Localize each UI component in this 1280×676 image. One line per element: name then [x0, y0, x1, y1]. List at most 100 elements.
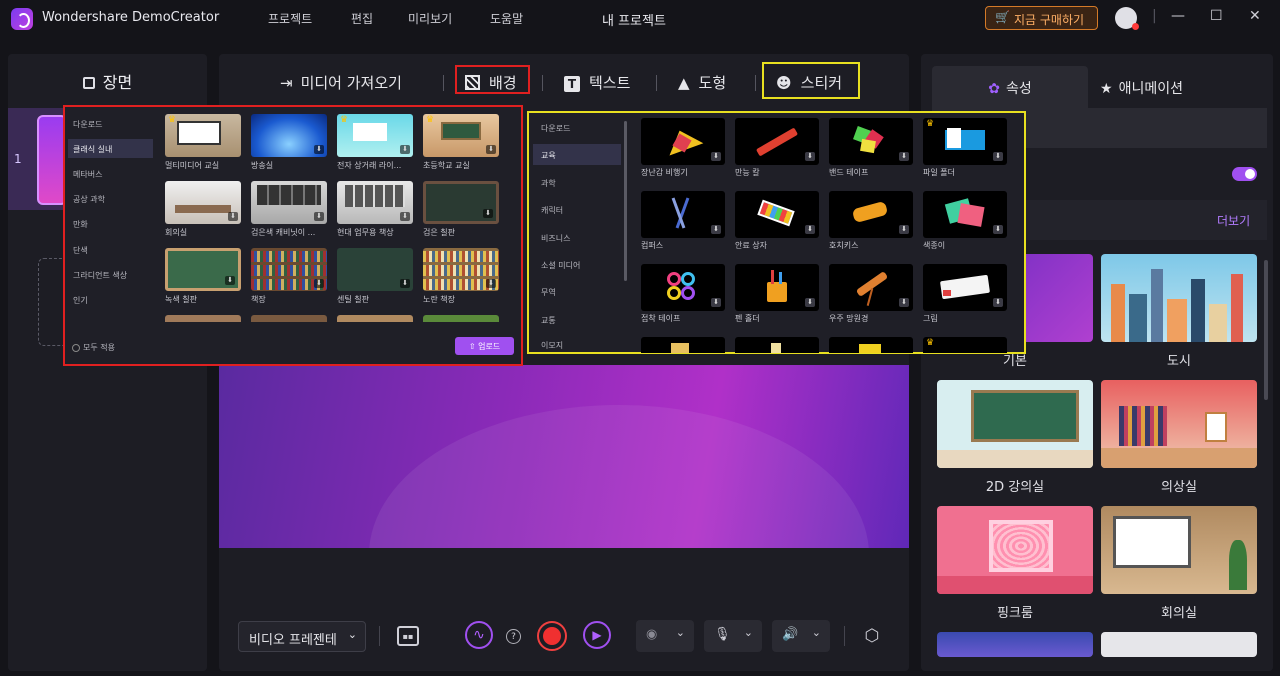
tab-animation[interactable]: ★ 애니메이션	[1100, 78, 1183, 98]
menu-project[interactable]: 프로젝트	[268, 10, 312, 27]
tab-divider	[443, 75, 444, 91]
animation-icon: ★	[1100, 81, 1113, 97]
tab-shape-label: 도형	[698, 74, 727, 92]
sticker-item[interactable]: ⬇ 펜 홀더	[735, 264, 821, 329]
sticker-category[interactable]: 과학	[533, 172, 621, 193]
properties-scrollbar[interactable]	[1264, 260, 1268, 400]
bg-thumb-dressing-room[interactable]	[1101, 380, 1257, 468]
bg-item-partial[interactable]	[251, 315, 327, 322]
bg-category[interactable]: 메타버스	[68, 164, 153, 183]
sticker-label: 파일 폴더	[923, 168, 955, 177]
bg-thumb-pink-room[interactable]	[937, 506, 1093, 594]
sticker-category[interactable]: 다운로드	[533, 117, 621, 138]
tab-media-import[interactable]: ⇥ 미디어 가져오기	[280, 72, 402, 93]
sticker-item[interactable]: ⬇ 장난감 비행기	[641, 118, 727, 183]
camera-select[interactable]: ◉ ⌄	[636, 620, 694, 652]
sticker-item[interactable]: ⬇ 밴드 테이프	[829, 118, 915, 183]
bg-item-partial[interactable]	[337, 315, 413, 322]
play-icon[interactable]: ▶	[583, 621, 611, 649]
tab-shape[interactable]: ▲ 도형	[678, 72, 726, 93]
bg-item[interactable]: ⬇ 검은 칠판	[423, 181, 501, 237]
sticker-category[interactable]: 교통	[533, 309, 621, 330]
sticker-item-partial[interactable]	[641, 337, 725, 353]
sticker-category-scrollbar[interactable]	[624, 121, 627, 281]
teleprompter-icon[interactable]: ▪▪	[397, 626, 419, 646]
sticker-category[interactable]: 비즈니스	[533, 227, 621, 248]
upload-button[interactable]: ⇧ 업로드	[455, 337, 514, 355]
sticker-item[interactable]: ⬇ 우주 망원경	[829, 264, 915, 329]
sticker-item[interactable]: ⬇ 컴퍼스	[641, 191, 727, 256]
avatar[interactable]	[1115, 7, 1139, 30]
menu-edit[interactable]: 편집	[351, 10, 373, 27]
bg-item[interactable]: ⬇ 노란 책장	[423, 248, 501, 304]
help-icon[interactable]: ?	[506, 629, 521, 644]
sticker-item[interactable]: ⬇ 색종이	[923, 191, 1009, 256]
bg-thumb-meeting-room[interactable]	[1101, 506, 1257, 594]
tab-properties[interactable]: ✿ 속성	[932, 66, 1088, 108]
bg-category-selected[interactable]: 클래식 실내	[68, 139, 153, 158]
recording-mode-select[interactable]: 비디오 프레젠테 ⌄	[238, 621, 366, 652]
sticker-item[interactable]: ⬇ 안료 상자	[735, 191, 821, 256]
bg-item[interactable]: ⬇ 현대 업무용 책상	[337, 181, 415, 237]
sticker-item[interactable]: ⬇ 접착 테이프	[641, 264, 727, 329]
bg-category[interactable]: 인기	[68, 290, 153, 309]
bg-thumb-2d-classroom[interactable]	[937, 380, 1093, 468]
bg-thumb-partial[interactable]	[1101, 632, 1257, 657]
sticker-item[interactable]: ⬇ 그림	[923, 264, 1009, 329]
download-icon: ⬇	[993, 152, 1003, 161]
sticker-item[interactable]: ⬇ 호치키스	[829, 191, 915, 256]
bg-item[interactable]: ♛ ⬇ 전자 상거래 라이...	[337, 114, 415, 170]
sticker-item-partial[interactable]: ♛	[923, 337, 1007, 353]
bg-category[interactable]: 단색	[68, 240, 153, 259]
bg-item[interactable]: ♛ 멀티미디어 교실	[165, 114, 243, 170]
sticker-category[interactable]: 이모지	[533, 334, 621, 352]
tab-text[interactable]: T 텍스트	[564, 72, 630, 93]
sticker-category[interactable]: 캐릭터	[533, 199, 621, 220]
apply-all-checkbox[interactable]: 모두 적용	[72, 342, 115, 353]
sticker-item-partial[interactable]	[735, 337, 819, 353]
bg-item[interactable]: ♛ ⬇ 초등학교 교실	[423, 114, 501, 170]
bg-item[interactable]: ⬇ 센틸 칠판	[337, 248, 415, 304]
audio-wave-icon[interactable]: ∿	[465, 621, 493, 649]
download-icon: ⬇	[486, 279, 496, 288]
bg-category[interactable]: 그라디언트 색상	[68, 265, 153, 284]
tab-divider	[656, 75, 657, 91]
menu-preview[interactable]: 미리보기	[408, 10, 452, 27]
menu-help[interactable]: 도움말	[490, 10, 523, 27]
speaker-select[interactable]: 🔊 ⌄	[772, 620, 830, 652]
bg-thumb-city[interactable]	[1101, 254, 1257, 342]
more-link[interactable]: 더보기	[1217, 212, 1250, 229]
bg-item[interactable]: ⬇ 회의실	[165, 181, 243, 237]
bg-item-partial[interactable]	[165, 315, 241, 322]
download-icon: ⬇	[400, 212, 410, 221]
microphone-select[interactable]: 🎙 ⌄	[704, 620, 762, 652]
buy-now-button[interactable]: 🛒 지금 구매하기	[985, 6, 1098, 30]
highlight-background-tab	[455, 65, 530, 94]
sticker-category-selected[interactable]: 교육	[533, 144, 621, 165]
sticker-item-partial[interactable]	[829, 337, 913, 353]
bg-item-partial[interactable]	[423, 315, 499, 322]
sticker-category[interactable]: 소셜 미디어	[533, 254, 621, 275]
bg-item[interactable]: ⬇ 녹색 칠판	[165, 248, 243, 304]
settings-icon[interactable]: ⬡	[862, 626, 882, 646]
bg-category[interactable]: 만화	[68, 214, 153, 233]
close-icon[interactable]: ✕	[1249, 8, 1261, 24]
maximize-icon[interactable]: ☐	[1210, 8, 1223, 24]
bg-category[interactable]: 공상 과학	[68, 189, 153, 208]
background-toggle[interactable]	[1232, 167, 1257, 181]
bg-item[interactable]: ⬇ 검은색 캐비닛이 ...	[251, 181, 329, 237]
sticker-thumbnail: ⬇	[641, 118, 725, 165]
bg-item[interactable]: ⬇ 방송실	[251, 114, 329, 170]
record-button[interactable]	[537, 621, 567, 651]
sticker-item[interactable]: ⬇ 만능 칼	[735, 118, 821, 183]
sticker-category[interactable]: 무역	[533, 281, 621, 302]
canvas-preview[interactable]	[219, 365, 909, 548]
bg-item[interactable]: ⬇ 책장	[251, 248, 329, 304]
bg-category[interactable]: 다운로드	[68, 114, 153, 133]
bg-thumbnail: ⬇	[423, 181, 499, 224]
minimize-icon[interactable]: —	[1171, 8, 1185, 24]
bg-thumb-partial[interactable]	[937, 632, 1093, 657]
download-icon: ⬇	[993, 298, 1003, 307]
download-icon: ⬇	[314, 212, 324, 221]
sticker-item[interactable]: ♛ ⬇ 파일 폴더	[923, 118, 1009, 183]
